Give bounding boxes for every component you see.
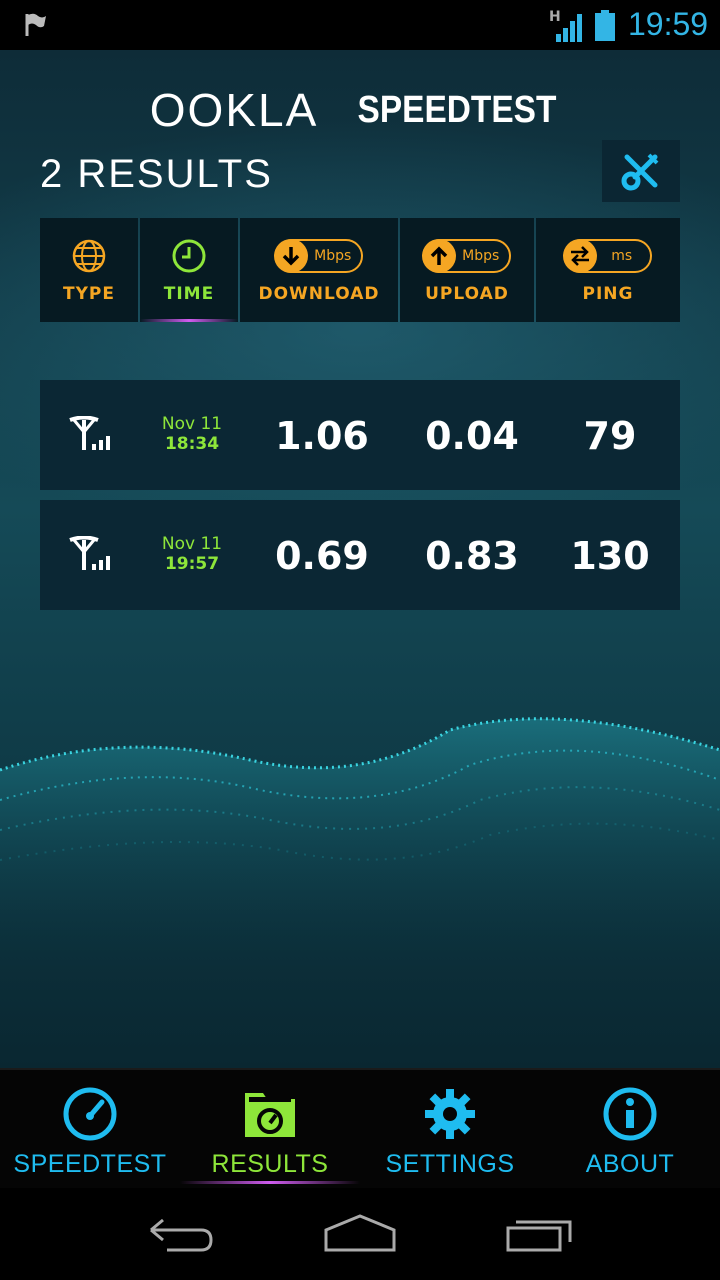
recents-icon xyxy=(506,1220,572,1252)
nav-settings-label: SETTINGS xyxy=(385,1150,515,1178)
result-ping: 79 xyxy=(583,414,637,458)
battery-icon xyxy=(595,10,615,41)
download-unit: Mbps xyxy=(314,248,352,264)
column-type[interactable]: TYPE xyxy=(40,218,138,322)
download-unit-pill: Mbps xyxy=(274,239,364,273)
globe-icon xyxy=(72,239,106,273)
download-arrow-icon xyxy=(282,247,300,266)
column-type-label: TYPE xyxy=(63,284,115,304)
column-time[interactable]: TIME xyxy=(140,218,238,322)
results-count-title: 2 RESULTS xyxy=(40,152,273,196)
result-row[interactable]: Nov 11 19:57 0.69 0.83 130 xyxy=(40,500,680,610)
result-time: 18:34 xyxy=(164,434,220,454)
tools-button[interactable] xyxy=(602,140,680,202)
results-screen: OOKLA SPEEDTEST 2 RESULTS TYPE TIME Mbps… xyxy=(0,50,720,1068)
system-navigation-bar xyxy=(0,1188,720,1280)
result-upload: 0.83 xyxy=(425,534,519,578)
column-time-label: TIME xyxy=(163,284,215,304)
column-upload[interactable]: Mbps UPLOAD xyxy=(400,218,534,322)
nav-results[interactable]: RESULTS xyxy=(180,1070,360,1188)
upload-unit-pill: Mbps xyxy=(422,239,512,273)
notification-flag-icon xyxy=(25,13,46,36)
wrench-screwdriver-icon xyxy=(621,153,659,191)
results-column-headers: TYPE TIME Mbps DOWNLOAD Mbps UPLOAD ms P… xyxy=(40,218,680,322)
results-folder-icon xyxy=(245,1093,295,1137)
result-download: 0.69 xyxy=(275,534,369,578)
recents-button[interactable] xyxy=(490,1204,590,1264)
back-button[interactable] xyxy=(130,1204,230,1264)
upload-arrow-icon xyxy=(430,246,448,265)
column-download-label: DOWNLOAD xyxy=(258,284,380,304)
result-date: Nov 11 xyxy=(161,414,223,434)
home-button[interactable] xyxy=(310,1204,410,1264)
info-icon xyxy=(603,1087,657,1141)
signal-icon: H xyxy=(549,9,582,42)
upload-unit: Mbps xyxy=(462,248,500,264)
back-icon xyxy=(150,1218,213,1252)
ping-unit: ms xyxy=(611,248,633,264)
result-date: Nov 11 xyxy=(161,534,223,554)
nav-speedtest-label: SPEEDTEST xyxy=(13,1150,167,1178)
clock-icon xyxy=(172,239,206,273)
status-bar: H 19:59 xyxy=(0,0,720,50)
result-download: 1.06 xyxy=(275,414,369,458)
decorative-wave xyxy=(0,717,720,970)
bottom-nav: SPEEDTEST RESULTS SETTINGS ABOUT xyxy=(0,1068,720,1188)
result-row[interactable]: Nov 11 18:34 1.06 0.04 79 xyxy=(40,380,680,490)
logo-ookla: OOKLA xyxy=(149,84,319,136)
cell-tower-icon xyxy=(69,416,110,450)
cell-tower-icon xyxy=(69,536,110,570)
result-upload: 0.04 xyxy=(425,414,519,458)
ping-unit-pill: ms xyxy=(563,239,653,273)
result-time: 19:57 xyxy=(164,554,220,574)
ookla-speedtest-logo: OOKLA SPEEDTEST xyxy=(0,84,720,136)
nav-results-label: RESULTS xyxy=(211,1150,329,1178)
result-datetime: Nov 11 18:34 xyxy=(152,414,232,454)
nav-settings[interactable]: SETTINGS xyxy=(360,1070,540,1188)
result-ping: 130 xyxy=(570,534,650,578)
network-type-label: H xyxy=(549,9,561,25)
result-datetime: Nov 11 19:57 xyxy=(152,534,232,574)
nav-about-label: ABOUT xyxy=(585,1150,675,1178)
speedometer-icon xyxy=(63,1087,117,1141)
gear-icon xyxy=(425,1089,475,1139)
status-clock: 19:59 xyxy=(628,6,709,42)
logo-speedtest: SPEEDTEST xyxy=(357,88,557,131)
ping-arrows-icon xyxy=(571,246,590,266)
column-ping[interactable]: ms PING xyxy=(536,218,680,322)
home-icon xyxy=(324,1214,396,1252)
nav-speedtest[interactable]: SPEEDTEST xyxy=(0,1070,180,1188)
column-ping-label: PING xyxy=(582,284,634,304)
nav-about[interactable]: ABOUT xyxy=(540,1070,720,1188)
column-upload-label: UPLOAD xyxy=(425,284,509,304)
column-download[interactable]: Mbps DOWNLOAD xyxy=(240,218,398,322)
